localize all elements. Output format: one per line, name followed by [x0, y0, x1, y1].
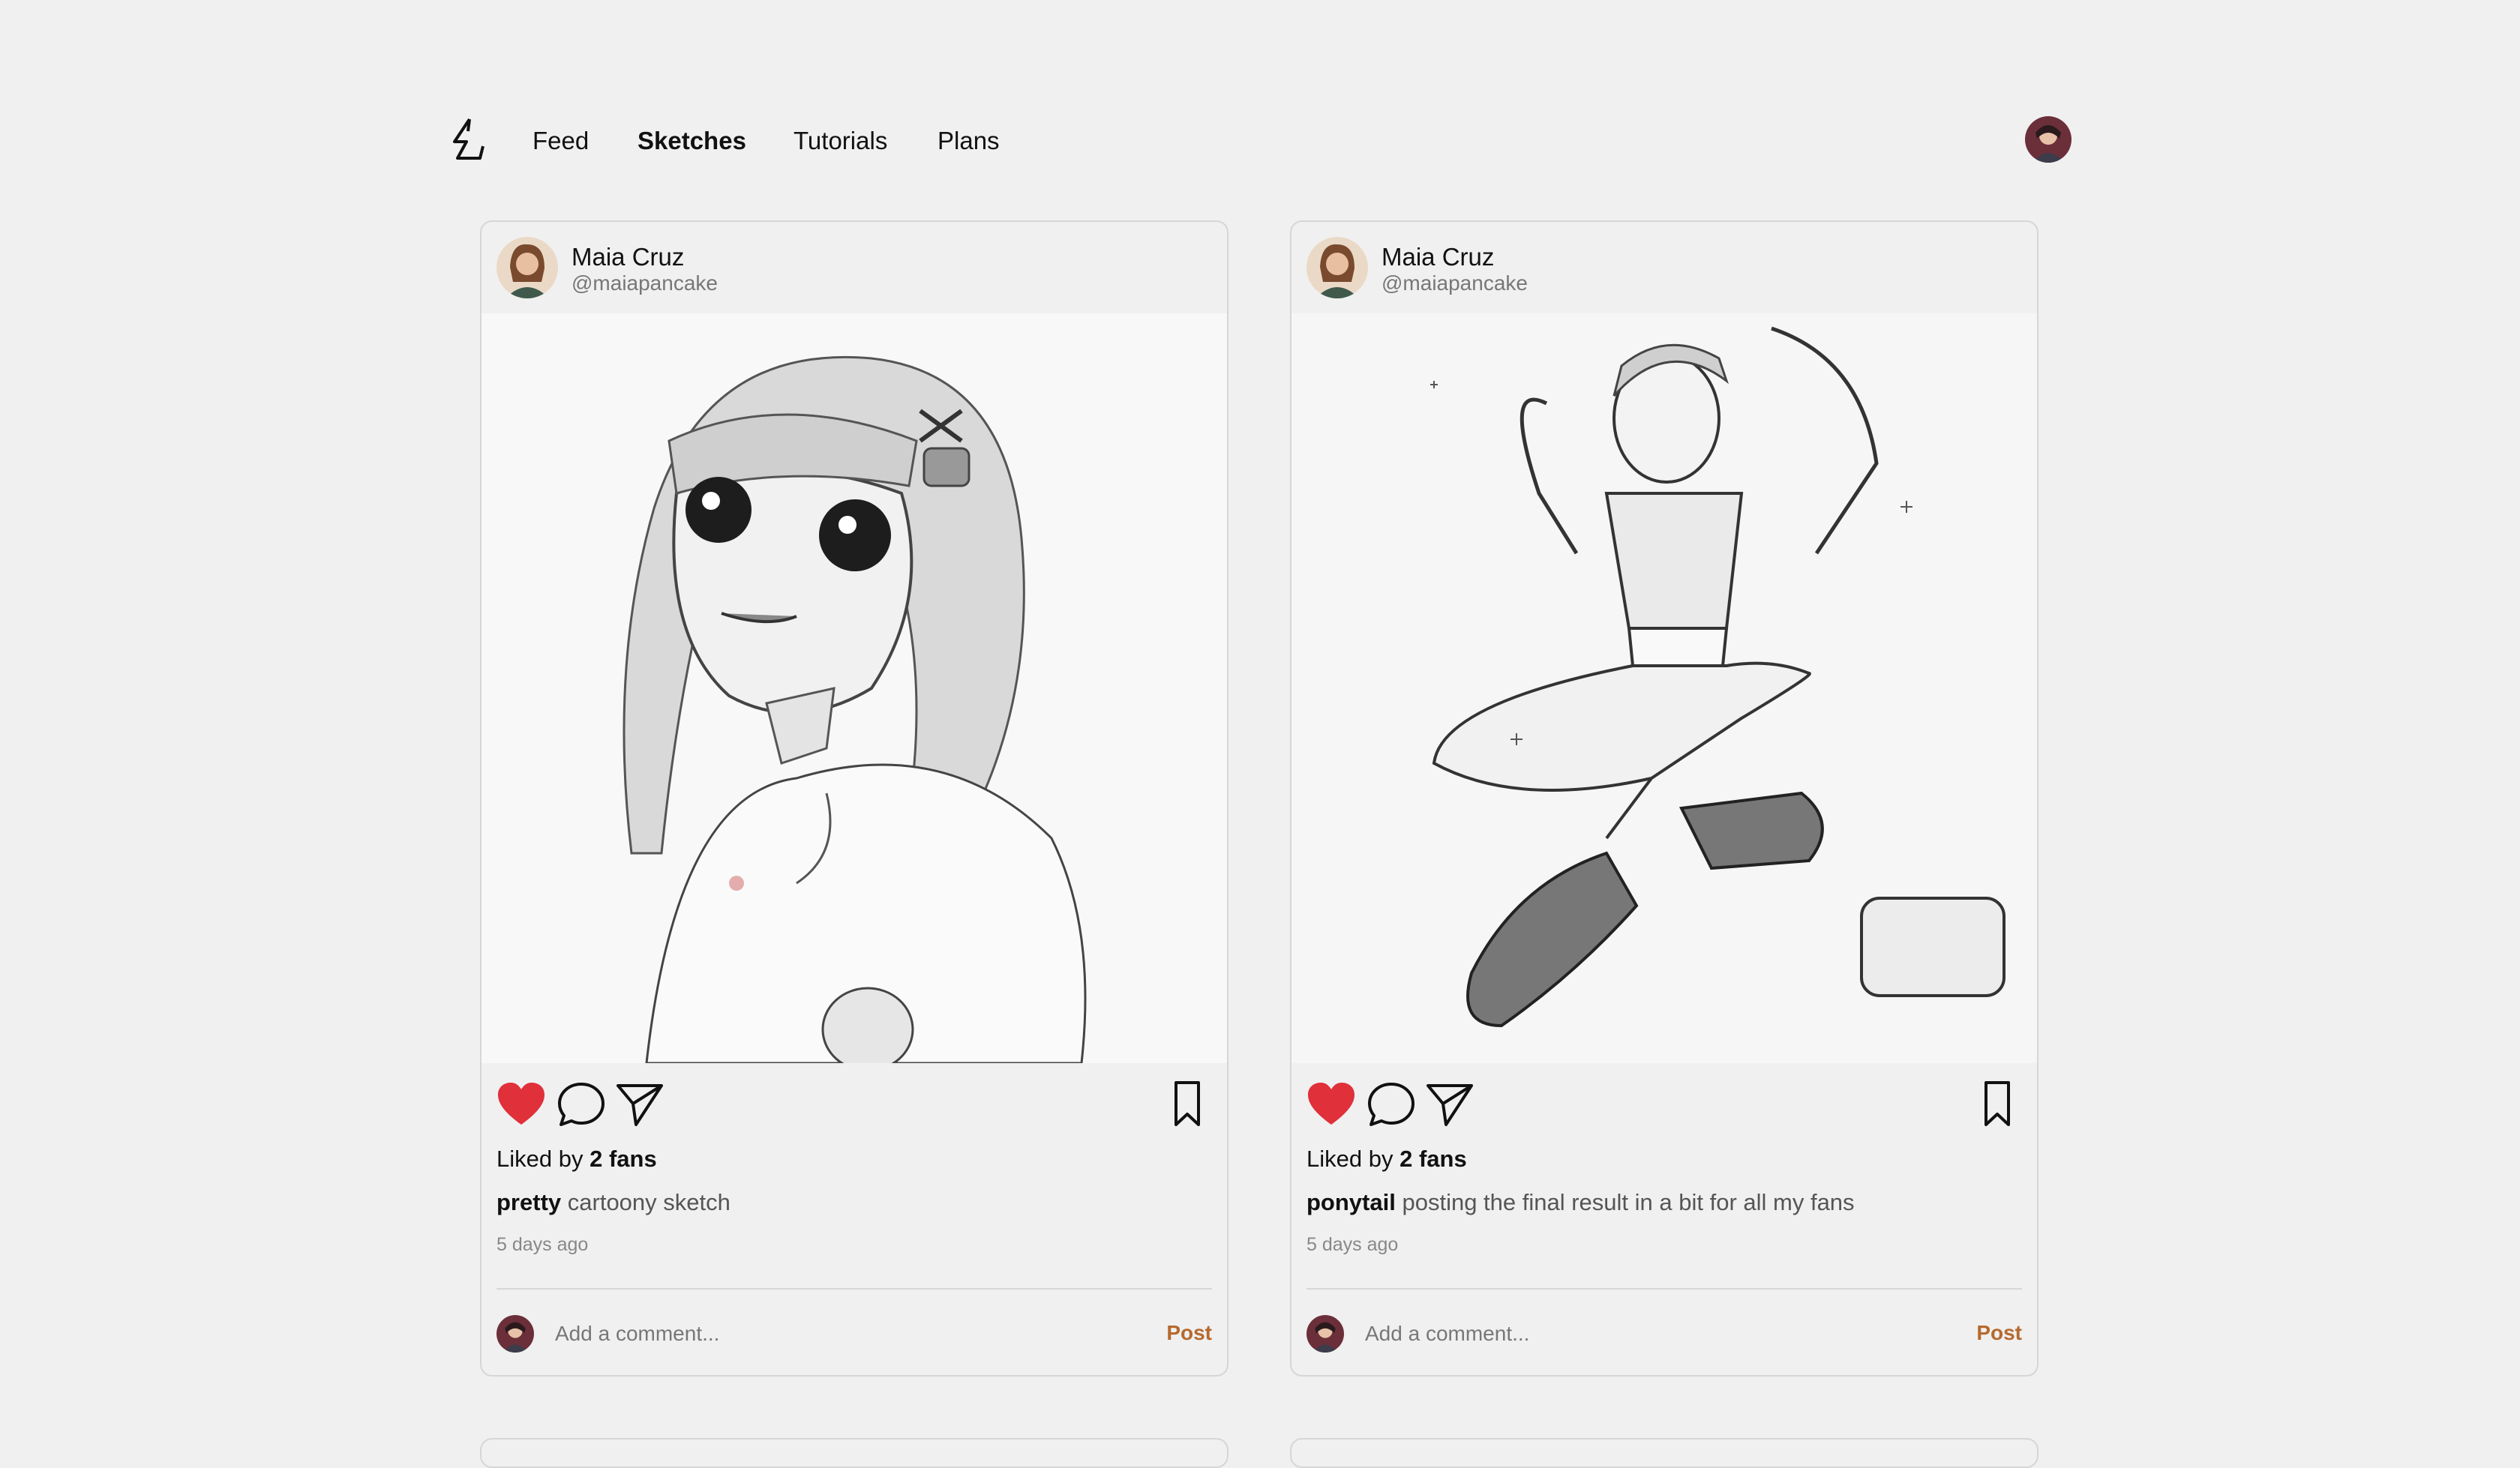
author-name[interactable]: Maia Cruz — [572, 243, 684, 271]
likes-count[interactable]: Liked by 2 fans — [1306, 1146, 1467, 1173]
top-nav: Feed Sketches Tutorials Plans — [450, 116, 2072, 169]
likes-count[interactable]: Liked by 2 fans — [496, 1146, 657, 1173]
post-card-partial — [1290, 1438, 2038, 1468]
author-avatar[interactable] — [1306, 237, 1368, 298]
comment-row: Post — [1306, 1311, 2022, 1356]
share-icon[interactable] — [614, 1078, 666, 1131]
caption-text: cartoony sketch — [567, 1189, 730, 1215]
nav-sketches[interactable]: Sketches — [638, 127, 746, 155]
post-card: Maia Cruz @maiapancake Liked by 2 fans p… — [480, 220, 1228, 1377]
commenter-avatar — [496, 1315, 534, 1353]
post-header: Maia Cruz @maiapancake — [1292, 222, 2037, 313]
share-icon[interactable] — [1424, 1078, 1476, 1131]
author-handle[interactable]: @maiapancake — [572, 271, 718, 295]
post-actions — [1305, 1078, 2024, 1132]
post-header: Maia Cruz @maiapancake — [482, 222, 1227, 313]
comment-input[interactable] — [1365, 1315, 1890, 1353]
bookmark-icon[interactable] — [1971, 1078, 2024, 1131]
comment-input[interactable] — [555, 1315, 1080, 1353]
heart-icon[interactable] — [1305, 1078, 1358, 1131]
comment-icon[interactable] — [555, 1078, 608, 1131]
post-caption: ponytail posting the final result in a b… — [1306, 1189, 1855, 1216]
heart-icon[interactable] — [495, 1078, 548, 1131]
nav-feed[interactable]: Feed — [532, 127, 589, 155]
author-name[interactable]: Maia Cruz — [1382, 243, 1494, 271]
author-handle[interactable]: @maiapancake — [1382, 271, 1528, 295]
post-timestamp: 5 days ago — [1306, 1234, 1399, 1255]
post-image[interactable] — [1292, 313, 2037, 1063]
bolt-logo-icon[interactable] — [450, 116, 486, 163]
post-comment-button[interactable]: Post — [1976, 1321, 2022, 1345]
commenter-avatar — [1306, 1315, 1344, 1353]
divider — [496, 1288, 1212, 1290]
user-avatar[interactable] — [2025, 116, 2072, 163]
post-timestamp: 5 days ago — [496, 1234, 589, 1255]
nav-plans[interactable]: Plans — [938, 127, 1000, 155]
caption-tag[interactable]: pretty — [496, 1189, 561, 1215]
post-card: Maia Cruz @maiapancake Liked by 2 fans p… — [1290, 220, 2038, 1377]
author-avatar[interactable] — [496, 237, 558, 298]
post-image[interactable] — [482, 313, 1227, 1063]
post-card-partial — [480, 1438, 1228, 1468]
caption-tag[interactable]: ponytail — [1306, 1189, 1396, 1215]
bookmark-icon[interactable] — [1161, 1078, 1214, 1131]
post-comment-button[interactable]: Post — [1166, 1321, 1212, 1345]
post-caption: pretty cartoony sketch — [496, 1189, 730, 1216]
comment-icon[interactable] — [1365, 1078, 1418, 1131]
caption-text: posting the final result in a bit for al… — [1402, 1189, 1855, 1215]
divider — [1306, 1288, 2022, 1290]
post-actions — [495, 1078, 1214, 1132]
nav-tutorials[interactable]: Tutorials — [794, 127, 887, 155]
comment-row: Post — [496, 1311, 1212, 1356]
